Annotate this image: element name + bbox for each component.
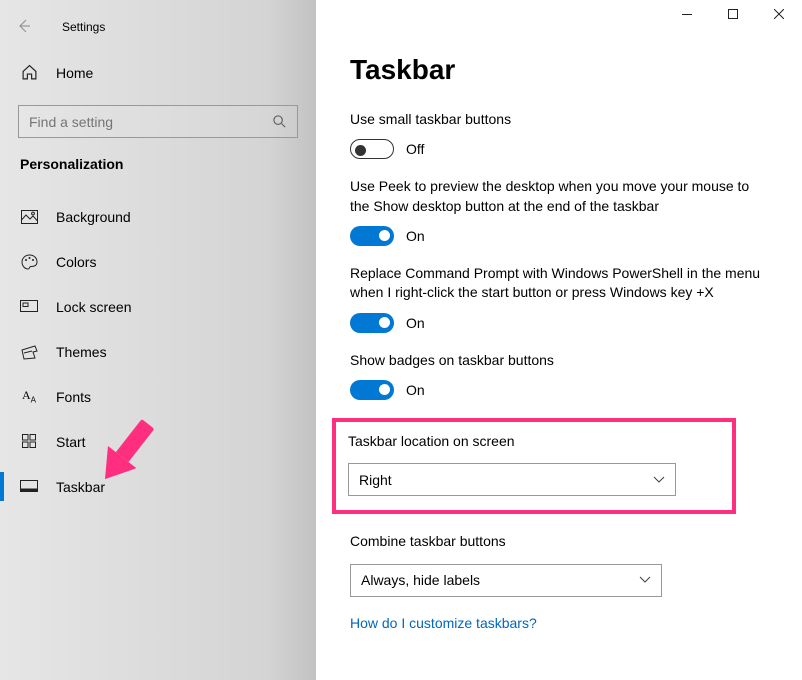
sidebar-item-label: Colors <box>56 254 96 270</box>
help-link[interactable]: How do I customize taskbars? <box>350 615 537 631</box>
app-title: Settings <box>42 20 316 34</box>
minimize-button[interactable] <box>664 0 710 28</box>
setting-label-location: Taskbar location on screen <box>348 432 720 451</box>
section-title: Personalization <box>20 156 296 172</box>
palette-icon <box>20 254 38 270</box>
dropdown-taskbar-location[interactable]: Right <box>348 463 676 496</box>
search-icon <box>272 114 287 129</box>
themes-icon <box>20 344 38 360</box>
search-box[interactable] <box>18 105 298 138</box>
dropdown-combine-buttons[interactable]: Always, hide labels <box>350 564 662 597</box>
chevron-down-icon <box>653 476 665 484</box>
back-arrow-icon <box>16 18 32 34</box>
setting-label-badges: Show badges on taskbar buttons <box>350 351 772 370</box>
dropdown-value: Always, hide labels <box>361 572 480 588</box>
page-title: Taskbar <box>350 54 772 86</box>
maximize-icon <box>728 9 738 19</box>
sidebar-item-label: Themes <box>56 344 107 360</box>
fonts-icon: AA <box>20 389 38 404</box>
back-button[interactable] <box>4 10 44 42</box>
lockscreen-icon <box>20 300 38 313</box>
setting-label-powershell: Replace Command Prompt with Windows Powe… <box>350 264 772 303</box>
toggle-state: On <box>406 382 425 398</box>
sidebar-item-label: Background <box>56 209 131 225</box>
setting-label-peek: Use Peek to preview the desktop when you… <box>350 177 772 216</box>
chevron-down-icon <box>639 576 651 584</box>
close-icon <box>774 9 784 19</box>
sidebar-item-themes[interactable]: Themes <box>0 329 316 374</box>
setting-label-combine: Combine taskbar buttons <box>350 532 772 551</box>
toggle-powershell[interactable] <box>350 313 394 333</box>
sidebar-item-background[interactable]: Background <box>0 194 316 239</box>
close-button[interactable] <box>756 0 802 28</box>
sidebar-item-lockscreen[interactable]: Lock screen <box>0 284 316 329</box>
start-icon <box>20 434 38 449</box>
home-label: Home <box>56 65 93 81</box>
sidebar-item-start[interactable]: Start <box>0 419 316 464</box>
main-content: Taskbar Use small taskbar buttons Off Us… <box>316 0 802 680</box>
toggle-peek[interactable] <box>350 226 394 246</box>
search-input[interactable] <box>29 114 272 130</box>
sidebar-item-label: Fonts <box>56 389 91 405</box>
sidebar-item-taskbar[interactable]: Taskbar <box>0 464 316 509</box>
sidebar-item-label: Taskbar <box>56 479 105 495</box>
home-nav[interactable]: Home <box>0 52 316 93</box>
sidebar-item-label: Lock screen <box>56 299 131 315</box>
maximize-button[interactable] <box>710 0 756 28</box>
toggle-badges[interactable] <box>350 380 394 400</box>
sidebar-item-colors[interactable]: Colors <box>0 239 316 284</box>
sidebar: Settings Home Personalization Background <box>0 0 316 680</box>
image-icon <box>20 210 38 224</box>
dropdown-value: Right <box>359 472 392 488</box>
taskbar-icon <box>20 480 38 493</box>
sidebar-item-label: Start <box>56 434 86 450</box>
home-icon <box>20 64 38 81</box>
annotation-highlight: Taskbar location on screen Right <box>332 418 736 514</box>
toggle-state: On <box>406 315 425 331</box>
setting-label-small-buttons: Use small taskbar buttons <box>350 110 772 129</box>
minimize-icon <box>682 14 692 15</box>
toggle-state: Off <box>406 141 424 157</box>
nav-list: Background Colors Lock screen Themes AA … <box>0 194 316 509</box>
toggle-state: On <box>406 228 425 244</box>
toggle-small-buttons[interactable] <box>350 139 394 159</box>
sidebar-item-fonts[interactable]: AA Fonts <box>0 374 316 419</box>
